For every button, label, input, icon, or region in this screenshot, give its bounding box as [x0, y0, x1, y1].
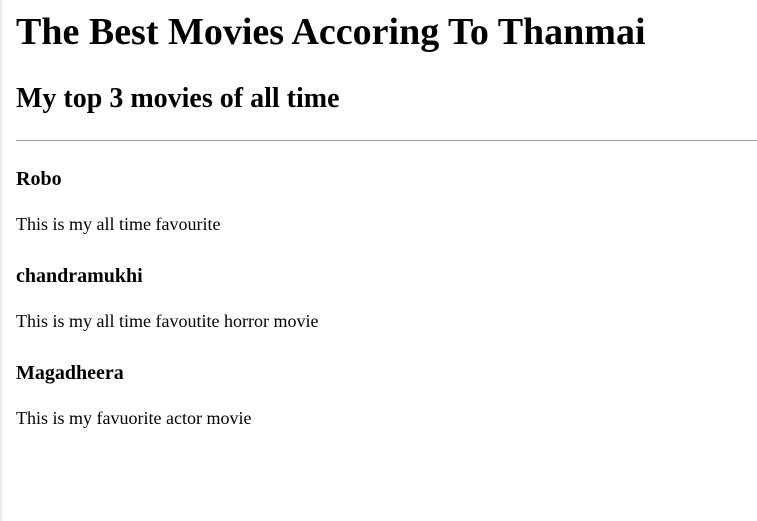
- movie-title: Robo: [16, 168, 62, 190]
- page-subtitle: My top 3 movies of all time: [16, 83, 340, 114]
- movie-item-robo: Robo This is my all time favourite: [16, 166, 757, 263]
- section-divider: [16, 140, 757, 141]
- movie-list: Robo This is my all time favourite chand…: [16, 166, 757, 457]
- movie-item-magadheera: Magadheera This is my favuorite actor mo…: [16, 360, 757, 457]
- movie-item-chandramukhi: chandramukhi This is my all time favouti…: [16, 263, 757, 360]
- page-title: The Best Movies Accoring To Thanmai: [16, 11, 646, 53]
- movie-description: This is my favuorite actor movie: [16, 408, 252, 428]
- movie-description: This is my all time favourite: [16, 214, 221, 234]
- window-left-edge: [0, 0, 4, 521]
- movie-title: chandramukhi: [16, 265, 143, 287]
- movie-description: This is my all time favoutite horror mov…: [16, 311, 319, 331]
- movie-title: Magadheera: [16, 362, 124, 384]
